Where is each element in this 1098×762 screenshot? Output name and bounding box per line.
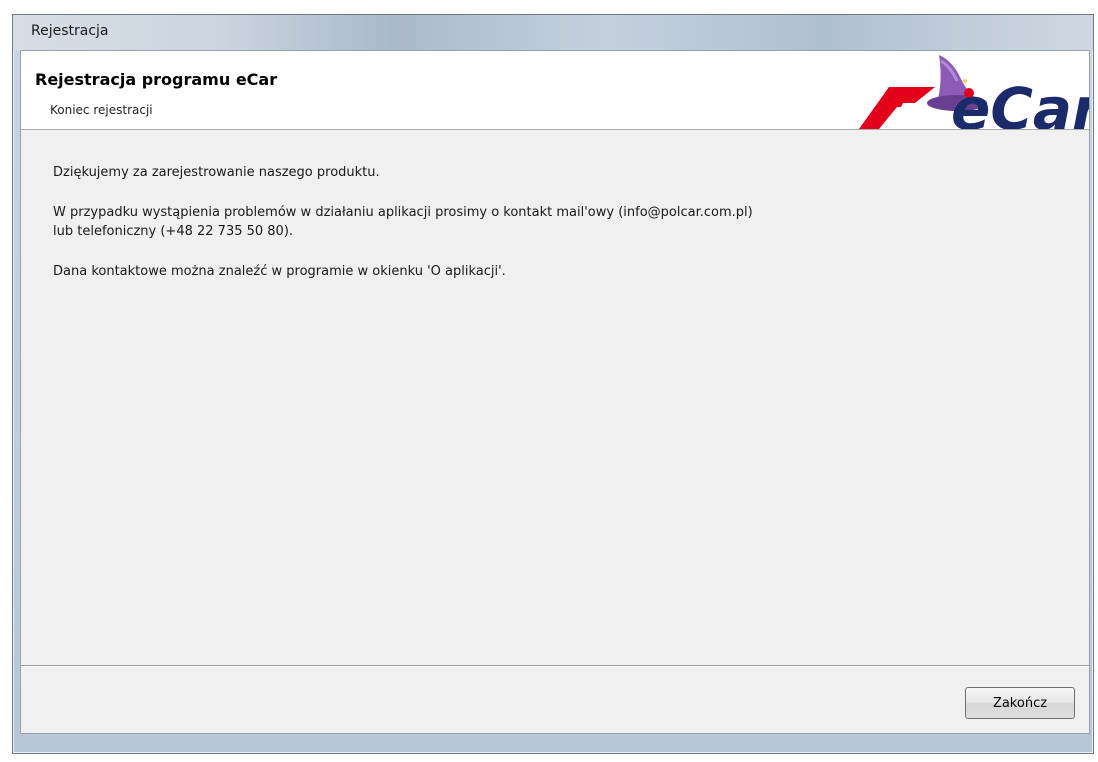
- window-titlebar[interactable]: Rejestracja: [13, 15, 1093, 51]
- about-info-text: Dana kontaktowe można znaleźć w programi…: [53, 264, 506, 279]
- thank-you-text: Dziękujemy za zarejestrowanie naszego pr…: [53, 165, 380, 180]
- svg-text:eCar: eCar: [951, 75, 1089, 129]
- contact-text-line1: W przypadku wystąpienia problemów w dzia…: [53, 205, 753, 220]
- wizard-content: Dziękujemy za zarejestrowanie naszego pr…: [53, 163, 753, 281]
- footer-divider: [21, 665, 1089, 667]
- wizard-client-area: Rejestracja programu eCar Koniec rejestr…: [20, 50, 1090, 734]
- ecar-logo: eCar: [859, 55, 1089, 129]
- window-title: Rejestracja: [31, 23, 109, 39]
- finish-button[interactable]: Zakończ: [965, 687, 1075, 719]
- page-subtitle: Koniec rejestracji: [50, 103, 153, 117]
- contact-text-line2: lub telefoniczny (+48 22 735 50 80).: [53, 224, 294, 239]
- wizard-header: Rejestracja programu eCar Koniec rejestr…: [21, 51, 1089, 130]
- page-title: Rejestracja programu eCar: [35, 70, 278, 89]
